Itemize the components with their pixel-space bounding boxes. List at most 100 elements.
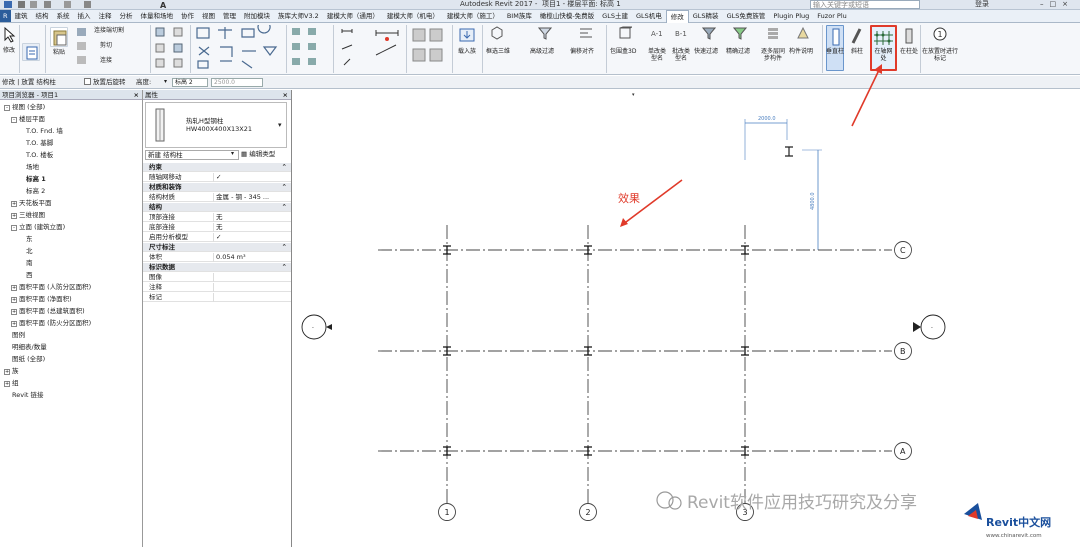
- tree-item[interactable]: 东: [18, 235, 33, 243]
- paste-icon[interactable]: [50, 27, 68, 47]
- ribbon-tab[interactable]: GLS免费族管: [723, 10, 770, 22]
- tree-item[interactable]: 场地: [18, 163, 39, 171]
- tree-item[interactable]: + 面积平面 (人防分区面积): [11, 283, 91, 291]
- quick-access-toolbar[interactable]: A: [4, 0, 227, 10]
- tree-item[interactable]: + 面积平面 (净面积): [11, 295, 72, 303]
- collapse-icon[interactable]: -: [11, 225, 17, 231]
- ribbon-tab[interactable]: 附加模块: [240, 10, 274, 22]
- ribbon-tab[interactable]: 建模大师（通用）: [323, 10, 383, 22]
- property-value[interactable]: [213, 283, 288, 292]
- advanced-filter-label[interactable]: 高级过滤: [530, 48, 554, 55]
- collapse-icon[interactable]: ⌃: [282, 163, 287, 172]
- offset-align-label[interactable]: 偏移对齐: [570, 48, 594, 55]
- edit-type-button[interactable]: ▦ 编辑类型: [241, 150, 275, 159]
- bbox-3d-icon[interactable]: [618, 26, 633, 40]
- at-column-label[interactable]: 在柱处: [900, 48, 918, 55]
- close-icon[interactable]: ×: [283, 90, 288, 100]
- tree-item[interactable]: T.O. 基脚: [18, 139, 53, 147]
- property-group[interactable]: 标识数据 ⌃: [143, 263, 291, 272]
- sign-in[interactable]: 登录: [975, 0, 989, 9]
- tree-item[interactable]: + 面积平面 (防火分区面积): [11, 319, 91, 327]
- measure-tools[interactable]: [336, 25, 404, 71]
- app-menu-button[interactable]: R: [0, 10, 11, 22]
- collapse-icon[interactable]: -: [4, 105, 10, 111]
- close-icon[interactable]: ×: [134, 90, 139, 100]
- at-column-icon[interactable]: [902, 27, 916, 45]
- tree-item[interactable]: 明细表/数量: [4, 343, 47, 351]
- tree-item[interactable]: 图例: [4, 331, 25, 339]
- expand-icon[interactable]: +: [11, 297, 17, 303]
- tree-item[interactable]: + 组: [4, 379, 19, 387]
- ribbon-tab[interactable]: 体量和场地: [137, 10, 178, 22]
- quick-filter-icon[interactable]: [701, 26, 717, 40]
- window-controls[interactable]: –□×: [1040, 0, 1074, 9]
- frame-3d-label[interactable]: 框选三维: [486, 48, 510, 55]
- rotate-checkbox[interactable]: 放置后旋转: [84, 78, 126, 87]
- ribbon-tab[interactable]: 建模大师（机电）: [383, 10, 443, 22]
- expand-icon[interactable]: +: [11, 213, 17, 219]
- expand-icon[interactable]: +: [4, 369, 10, 375]
- ribbon-tab[interactable]: 建筑: [11, 10, 32, 22]
- collapse-icon[interactable]: ⌃: [282, 243, 287, 252]
- bbox-3d-label[interactable]: 包围盒3D: [610, 48, 636, 55]
- frame-3d-icon[interactable]: [490, 26, 504, 40]
- grid-line-column[interactable]: 1: [438, 225, 456, 521]
- expand-icon[interactable]: +: [11, 285, 17, 291]
- property-value[interactable]: ✓: [213, 173, 288, 182]
- ribbon-tab[interactable]: 协作: [177, 10, 198, 22]
- join-cut-label[interactable]: 连接端切割: [94, 27, 124, 34]
- level-select[interactable]: 标高 2: [172, 78, 208, 87]
- ribbon-tab[interactable]: 修改: [665, 9, 689, 23]
- slanted-column-label[interactable]: 斜柱: [848, 48, 866, 55]
- property-group[interactable]: 结构 ⌃: [143, 203, 291, 212]
- tree-item[interactable]: 西: [18, 271, 33, 279]
- grid-line-row[interactable]: A: [378, 442, 912, 460]
- geometry-tools[interactable]: [154, 25, 188, 71]
- ribbon-tab[interactable]: 建模大师（施工）: [443, 10, 503, 22]
- view-tools[interactable]: [290, 25, 330, 71]
- advanced-filter-icon[interactable]: [537, 26, 553, 40]
- single-type-label[interactable]: 单改类型名: [646, 48, 668, 62]
- property-group[interactable]: 材质和装饰 ⌃: [143, 183, 291, 192]
- tree-item[interactable]: 标高 2: [18, 187, 45, 195]
- ribbon-tab[interactable]: BIM族库: [503, 10, 536, 22]
- property-value[interactable]: 无: [213, 213, 288, 222]
- ribbon-tab[interactable]: 插入: [74, 10, 95, 22]
- tree-item[interactable]: T.O. Fnd. 墙: [18, 127, 63, 135]
- ribbon-tab[interactable]: 注释: [95, 10, 116, 22]
- chevron-down-icon[interactable]: ▾: [162, 78, 168, 87]
- expand-icon[interactable]: +: [11, 309, 17, 315]
- load-family-icon[interactable]: [458, 26, 476, 44]
- ribbon-tab[interactable]: GLS机电: [632, 10, 666, 22]
- collapse-icon[interactable]: -: [11, 117, 17, 123]
- connect-label[interactable]: 连接: [100, 57, 112, 64]
- type-selector[interactable]: 热轧H型钢柱 HW400X400X13X21 ▾: [145, 102, 287, 148]
- grid-line-column[interactable]: 3: [736, 225, 754, 521]
- quick-filter-label[interactable]: 快速过滤: [694, 48, 718, 55]
- ribbon-tab[interactable]: 橄榄山快模-免费版: [536, 10, 598, 22]
- properties-icon[interactable]: [22, 43, 40, 61]
- clipboard-small-icons[interactable]: [76, 27, 88, 67]
- property-value[interactable]: ✓: [213, 233, 288, 242]
- tree-item[interactable]: - 楼层平面: [11, 115, 45, 123]
- property-value[interactable]: 无: [213, 223, 288, 232]
- expand-icon[interactable]: +: [11, 321, 17, 327]
- ribbon-tab[interactable]: 系统: [53, 10, 74, 22]
- property-value[interactable]: [213, 273, 288, 282]
- elevation-marker-west[interactable]: -: [301, 314, 332, 340]
- multi-layer-icon[interactable]: [766, 26, 780, 40]
- tree-item[interactable]: 南: [18, 259, 33, 267]
- slanted-column-icon[interactable]: [850, 27, 864, 45]
- tree-item[interactable]: + 族: [4, 367, 19, 375]
- drawing-canvas[interactable]: ▾ 2000.0 4800.0 CBA123 - - 效果 Revit软件应用技…: [292, 90, 1080, 547]
- expand-icon[interactable]: +: [11, 201, 17, 207]
- tree-item[interactable]: + 三维视图: [11, 211, 45, 219]
- ribbon-tab[interactable]: 结构: [32, 10, 53, 22]
- single-type-icon[interactable]: A-1: [650, 26, 664, 40]
- modify-tools[interactable]: [194, 20, 284, 71]
- search-input[interactable]: 输入关键字或短语: [810, 0, 920, 9]
- tree-item[interactable]: Revit 链接: [4, 391, 44, 399]
- ribbon-tab[interactable]: 分析: [116, 10, 137, 22]
- expand-icon[interactable]: +: [4, 381, 10, 387]
- cut-label[interactable]: 剪切: [100, 42, 112, 49]
